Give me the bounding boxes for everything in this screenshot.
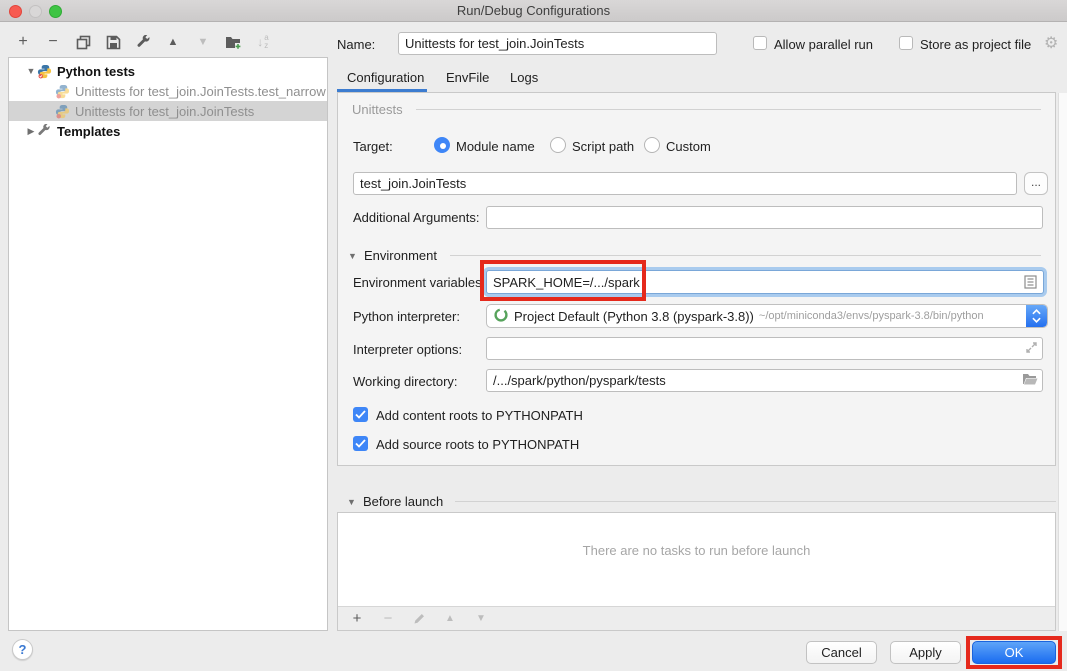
copy-configuration-icon[interactable] [74,33,92,51]
interpreter-options-input[interactable] [486,337,1043,360]
cancel-button[interactable]: Cancel [806,641,877,664]
environment-collapse-icon[interactable]: ▼ [348,251,357,261]
edit-templates-icon[interactable] [134,33,152,51]
env-vars-annotation-highlight [480,260,646,301]
store-project-label: Store as project file [920,37,1031,52]
python-tests-icon [37,64,52,79]
gear-icon[interactable]: ⚙ [1044,33,1058,53]
python-interpreter-label: Python interpreter: [353,309,460,324]
python-run-config-icon [55,84,70,99]
name-label: Name: [337,37,375,52]
tree-item-unittests-narrow[interactable]: Unittests for test_join.JoinTests.test_n… [9,81,327,101]
add-content-roots-checkbox[interactable] [353,407,368,422]
tree-item-label: Unittests for test_join.JoinTests [75,104,254,119]
remove-configuration-icon[interactable]: − [44,33,62,51]
allow-parallel-checkbox[interactable] [753,36,767,50]
combo-stepper-icon[interactable] [1026,305,1047,327]
tree-item-label: Python tests [57,64,135,79]
expand-field-icon[interactable] [1025,341,1038,357]
env-vars-list-icon[interactable] [1024,275,1037,292]
ok-button-annotation-highlight [966,636,1062,669]
move-up-icon[interactable]: ▲ [164,33,182,51]
name-input[interactable] [398,32,717,55]
env-vars-label: Environment variables: [353,275,485,290]
environment-section-label: Environment [364,248,437,263]
store-project-checkbox[interactable] [899,36,913,50]
radio-custom-label: Custom [666,139,711,154]
before-launch-tasks-box: There are no tasks to run before launch … [337,512,1056,631]
add-source-roots-checkbox[interactable] [353,436,368,451]
target-label: Target: [353,139,393,154]
tree-item-unittests-jointests[interactable]: Unittests for test_join.JoinTests [9,101,327,121]
before-launch-label: Before launch [363,494,443,509]
collapse-icon[interactable]: ▼ [25,66,37,76]
unittests-group-label: Unittests [352,102,403,117]
move-down-icon[interactable]: ▼ [194,33,212,51]
conda-env-icon [494,308,508,325]
radio-script-path-label: Script path [572,139,634,154]
configurations-tree: ▼ Python tests Unittests for test_join.J… [8,57,328,631]
move-task-down-icon[interactable]: ▼ [472,610,490,628]
before-launch-toolbar: + − ▲ ▼ [338,606,1055,630]
tab-configuration[interactable]: Configuration [347,70,424,85]
folder-icon[interactable] [1022,373,1038,389]
tab-envfile[interactable]: EnvFile [446,70,489,85]
radio-module-name-label: Module name [456,139,535,154]
tree-item-label: Templates [57,124,120,139]
configuration-panel: Unittests Target: Module name Script pat… [337,92,1056,466]
python-interpreter-select[interactable]: Project Default (Python 3.8 (pyspark-3.8… [486,304,1048,328]
radio-module-name[interactable] [434,137,450,153]
working-directory-input[interactable] [486,369,1043,392]
expand-icon[interactable]: ▶ [25,126,37,137]
tree-item-templates[interactable]: ▶ Templates [9,121,327,141]
title-bar: Run/Debug Configurations [0,0,1067,22]
window-title: Run/Debug Configurations [0,3,1067,18]
working-directory-label: Working directory: [353,374,458,389]
add-configuration-icon[interactable]: + [14,33,32,51]
edit-task-icon[interactable] [410,610,428,628]
section-divider [450,255,1041,256]
additional-arguments-label: Additional Arguments: [353,210,479,225]
interpreter-value: Project Default (Python 3.8 (pyspark-3.8… [514,309,754,324]
browse-button[interactable]: ... [1024,172,1048,195]
interpreter-path: ~/opt/miniconda3/envs/pyspark-3.8/bin/py… [759,310,984,322]
add-content-roots-label: Add content roots to PYTHONPATH [376,408,583,423]
additional-arguments-input[interactable] [486,206,1043,229]
new-folder-icon[interactable] [224,33,242,51]
group-divider [416,109,1041,110]
before-launch-divider [455,501,1056,502]
python-run-config-icon [55,104,70,119]
radio-script-path[interactable] [550,137,566,153]
move-task-up-icon[interactable]: ▲ [441,610,459,628]
before-launch-empty-text: There are no tasks to run before launch [338,543,1055,558]
add-source-roots-label: Add source roots to PYTHONPATH [376,437,579,452]
help-button[interactable]: ? [12,639,33,660]
tree-item-python-tests[interactable]: ▼ Python tests [9,61,327,81]
tab-logs[interactable]: Logs [510,70,538,85]
before-launch-collapse-icon[interactable]: ▼ [347,497,356,507]
templates-wrench-icon [37,124,52,139]
save-configuration-icon[interactable] [104,33,122,51]
remove-task-icon[interactable]: − [379,610,397,628]
interpreter-options-label: Interpreter options: [353,342,462,357]
module-name-input[interactable] [353,172,1017,195]
radio-custom[interactable] [644,137,660,153]
sort-configurations-icon[interactable]: ↓az [254,33,272,51]
apply-button[interactable]: Apply [890,641,961,664]
panel-scrollbar[interactable] [1058,93,1067,631]
configurations-toolbar: + − ▲ ▼ ↓az [14,30,272,54]
tree-item-label: Unittests for test_join.JoinTests.test_n… [75,84,326,99]
add-task-icon[interactable]: + [348,610,366,628]
allow-parallel-label: Allow parallel run [774,37,873,52]
